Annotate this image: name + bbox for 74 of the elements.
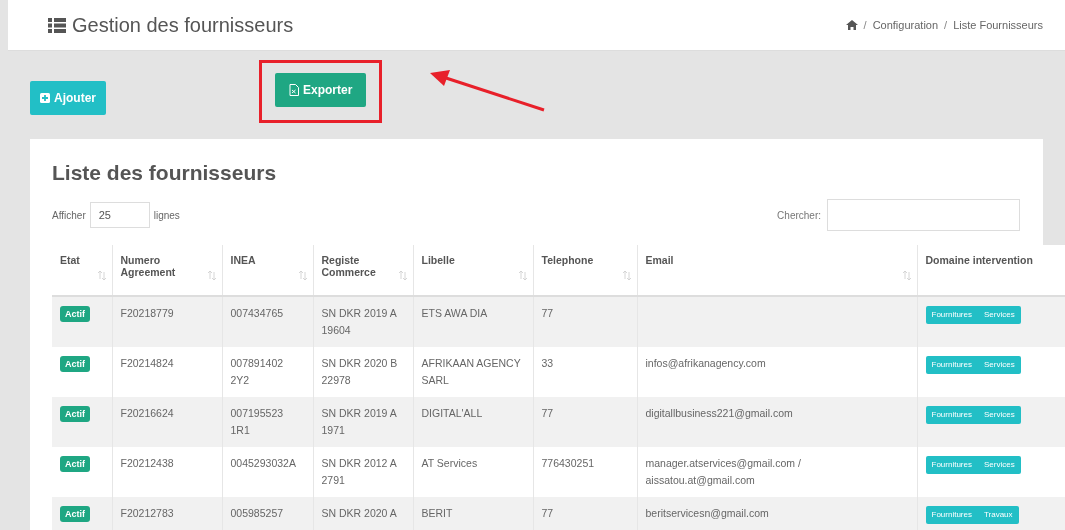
home-icon[interactable] [845, 20, 858, 30]
table-cell: BERIT [413, 497, 533, 530]
plus-icon [40, 92, 50, 103]
sort-icon[interactable] [207, 271, 216, 280]
table-cell: AFRIKAAN AGENCY SARL [413, 347, 533, 397]
search-label: Chercher: [777, 209, 821, 221]
domain-tag: Fournitures [925, 456, 978, 474]
domain-tag: Travaux [977, 506, 1019, 524]
table-cell: DIGITAL'ALL [413, 397, 533, 447]
length-label: Afficher [52, 209, 86, 221]
table-cell: F20214824 [112, 347, 222, 397]
table-cell: 33 [533, 347, 637, 397]
search-field[interactable] [827, 199, 1020, 231]
table-cell: manager.atservices@gmail.com / aissatou.at@gmail.com [637, 447, 917, 497]
sort-icon[interactable] [518, 271, 527, 280]
table-cell: SN DKR 2020 A [313, 497, 413, 530]
column-header[interactable]: INEA [222, 245, 313, 296]
sort-icon[interactable] [902, 271, 911, 280]
length-label: lignes [153, 209, 180, 221]
status-badge: Actif [60, 506, 90, 522]
domain-tag: Fournitures [925, 356, 978, 374]
table-cell: F20212438 [112, 447, 222, 497]
table-cell: F20216624 [112, 397, 222, 447]
sort-icon[interactable] [398, 271, 407, 280]
table-cell: 007434765 [222, 296, 313, 347]
table-cell: F20218779 [112, 296, 222, 347]
table-cell: F20212783 [112, 497, 222, 530]
table-cell: ETS AWA DIA [413, 296, 533, 347]
status-badge: Actif [60, 406, 90, 422]
table-cell: 77 [533, 497, 637, 530]
sort-icon[interactable] [622, 271, 631, 280]
domain-tag: Fournitures [925, 406, 978, 424]
column-header[interactable]: Libelle [413, 245, 533, 296]
table-cell: 77 [533, 397, 637, 447]
table-cell: beritservicesn@gmail.com [637, 497, 917, 530]
sort-icon[interactable] [97, 271, 106, 280]
breadcrumb-separator: / [944, 19, 948, 31]
breadcrumb-separator: / [863, 19, 867, 31]
table-cell: 0045293032A [222, 447, 313, 497]
table-cell: SN DKR 2020 B 22978 [313, 347, 413, 397]
domain-tag: Fournitures [925, 306, 978, 324]
table-cell: 007891402 2Y2 [222, 347, 313, 397]
domain-tag: Services [977, 356, 1021, 374]
column-header[interactable]: Registe Commerce [313, 245, 413, 296]
column-header[interactable]: Domaine intervention [917, 245, 1065, 296]
domain-tag: Services [977, 306, 1021, 324]
breadcrumb-item[interactable]: Configuration [872, 19, 939, 31]
table-cell: SN DKR 2012 A 2791 [313, 447, 413, 497]
domain-tag: Services [977, 406, 1021, 424]
column-header[interactable]: Etat [52, 245, 112, 296]
status-badge: Actif [60, 456, 90, 472]
table-cell: digitallbusiness221@gmail.com [637, 397, 917, 447]
table-cell: 77 [533, 296, 637, 347]
table-cell: infos@afrikanagency.com [637, 347, 917, 397]
breadcrumb-item: Liste Fournisseurs [953, 19, 1043, 31]
column-header[interactable]: Email [637, 245, 917, 296]
table-cell: 007195523 1R1 [222, 397, 313, 447]
domain-tag: Fournitures [925, 506, 978, 524]
table-cell: SN DKR 2019 A 19604 [313, 296, 413, 347]
domain-tag: Services [977, 456, 1021, 474]
table-cell: AT Services [413, 447, 533, 497]
status-badge: Actif [60, 306, 90, 322]
page-title: Gestion des fournisseurs [72, 13, 294, 37]
status-badge: Actif [60, 356, 90, 372]
rows-select[interactable]: 25 [89, 202, 150, 228]
column-header[interactable]: Telephone [533, 245, 637, 296]
list-icon [48, 17, 66, 33]
file-icon [289, 84, 299, 96]
card-title: Liste des fournisseurs [52, 161, 278, 185]
sort-icon[interactable] [298, 271, 307, 280]
table-cell: SN DKR 2019 A 1971 [313, 397, 413, 447]
column-header[interactable]: Numero Agreement [112, 245, 222, 296]
table-cell: 776430251 [533, 447, 637, 497]
table-cell: 005985257 [222, 497, 313, 530]
